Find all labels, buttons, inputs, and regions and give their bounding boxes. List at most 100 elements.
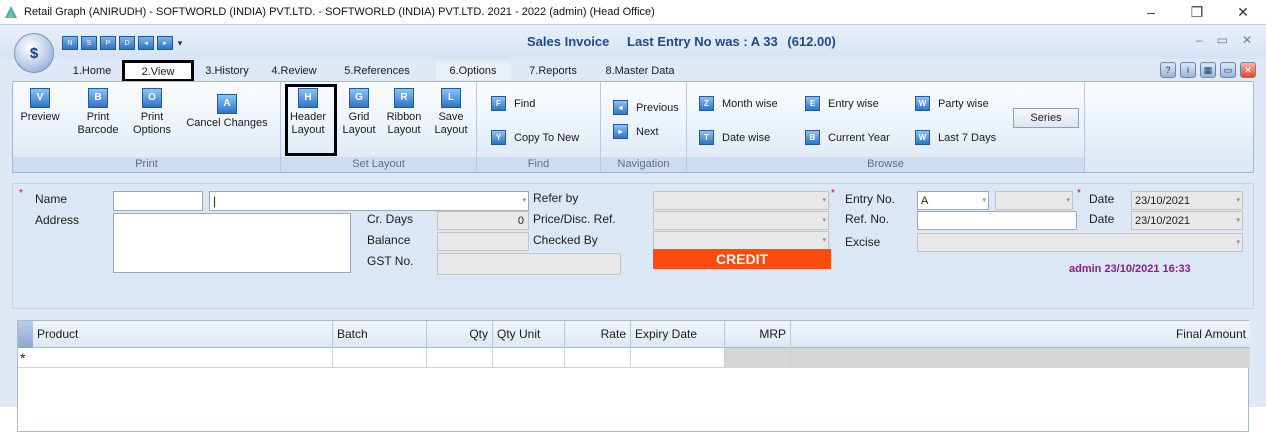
col-final-amount[interactable]: Final Amount <box>791 321 1250 348</box>
print-options-icon: O <box>142 88 162 108</box>
mdi-maximize-button[interactable]: ▭ <box>1217 33 1228 47</box>
col-rate[interactable]: Rate <box>565 321 631 348</box>
print-options-button[interactable]: O Print Options <box>127 88 177 137</box>
entry-no-dropdown-icon[interactable]: ▾ <box>1066 192 1070 210</box>
col-qty-unit[interactable]: Qty Unit <box>493 321 565 348</box>
calculator-icon[interactable]: ▦ <box>1200 62 1216 78</box>
previous-button[interactable]: ◂ Previous <box>613 100 679 115</box>
price-disc-ref-select[interactable]: ▾ <box>653 211 829 230</box>
entry-series-dropdown-icon[interactable]: ▾ <box>982 192 986 210</box>
col-expiry-date[interactable]: Expiry Date <box>631 321 725 348</box>
tab-master-data[interactable]: 8.Master Data <box>594 62 686 80</box>
previous-icon: ◂ <box>613 100 628 115</box>
checked-by-dropdown-icon[interactable]: ▾ <box>822 232 826 250</box>
address-textarea[interactable] <box>113 213 351 273</box>
cell-product[interactable] <box>33 348 333 368</box>
app-header: $ N S P D ◂ ▸ ▾ Sales Invoice Last Entry… <box>0 25 1266 73</box>
series-button[interactable]: Series <box>1013 108 1079 128</box>
col-qty[interactable]: Qty <box>427 321 493 348</box>
ref-date-picker[interactable]: 23/10/2021 ▾ <box>1131 211 1243 230</box>
qat-customize-icon[interactable]: ▾ <box>176 36 184 50</box>
ribbon-layout-button[interactable]: R Ribbon Layout <box>381 88 427 137</box>
copy-to-new-button[interactable]: Y Copy To New <box>491 130 579 145</box>
price-disc-dropdown-icon[interactable]: ▾ <box>822 212 826 230</box>
grid-layout-button[interactable]: G Grid Layout <box>339 88 379 137</box>
cancel-changes-button[interactable]: A Cancel Changes <box>183 94 271 130</box>
entry-wise-button[interactable]: E Entry wise <box>805 96 879 111</box>
application-window: $ N S P D ◂ ▸ ▾ Sales Invoice Last Entry… <box>0 24 1266 432</box>
cell-qty-unit[interactable] <box>493 348 565 368</box>
date-dropdown-icon[interactable]: ▾ <box>1236 192 1240 210</box>
ribbon-panel: V Preview B Print Barcode O Print Option… <box>12 81 1254 173</box>
mdi-minimize-button[interactable]: – <box>1196 33 1203 47</box>
refer-by-select[interactable]: ▾ <box>653 191 829 210</box>
print-barcode-button[interactable]: B Print Barcode <box>73 88 123 137</box>
month-wise-button[interactable]: Z Month wise <box>699 96 778 111</box>
excise-dropdown-icon[interactable]: ▾ <box>1236 234 1240 252</box>
user-timestamp: admin 23/10/2021 16:33 <box>1069 263 1191 275</box>
application-orb-button[interactable]: $ <box>14 33 54 73</box>
ref-date-dropdown-icon[interactable]: ▾ <box>1236 212 1240 230</box>
col-product[interactable]: Product <box>33 321 333 348</box>
window-title: Retail Graph (ANIRUDH) - SOFTWORLD (INDI… <box>24 6 655 18</box>
last-7-days-button[interactable]: W Last 7 Days <box>915 130 996 145</box>
save-layout-button[interactable]: L Save Layout <box>429 88 473 137</box>
name-dropdown-icon[interactable]: ▾ <box>522 192 526 210</box>
product-grid[interactable]: Product Batch Qty Qty Unit Rate Expiry D… <box>17 320 1250 432</box>
refer-by-dropdown-icon[interactable]: ▾ <box>822 192 826 210</box>
checked-by-select[interactable]: ▾ <box>653 231 829 250</box>
date-picker[interactable]: 23/10/2021 ▾ <box>1131 191 1243 210</box>
last-entry-text: Last Entry No was : A 33 <box>627 34 778 49</box>
app-icon <box>5 6 17 18</box>
grid-layout-icon: G <box>349 88 369 108</box>
current-year-button[interactable]: B Current Year <box>805 130 890 145</box>
mdi-close-button[interactable]: ✕ <box>1242 33 1252 47</box>
credit-badge[interactable]: CREDIT <box>653 249 831 269</box>
tab-view[interactable]: 2.View <box>122 60 194 82</box>
col-mrp[interactable]: MRP <box>725 321 791 348</box>
minimize-button[interactable]: – <box>1128 0 1174 24</box>
find-button[interactable]: F Find <box>491 96 535 111</box>
excise-select[interactable]: ▾ <box>917 233 1243 252</box>
name-code-input[interactable] <box>113 191 203 211</box>
tab-review[interactable]: 4.Review <box>262 62 326 80</box>
qat-delete-icon[interactable]: D <box>119 36 135 50</box>
ref-no-input[interactable] <box>917 211 1077 230</box>
window-icon[interactable]: ▭ <box>1220 62 1236 78</box>
help-icon[interactable]: ? <box>1160 62 1176 78</box>
exit-icon[interactable]: ✕ <box>1240 62 1256 78</box>
grid-corner[interactable] <box>18 321 33 348</box>
tab-references[interactable]: 5.References <box>334 62 420 80</box>
cell-qty[interactable] <box>427 348 493 368</box>
cell-expiry-date[interactable] <box>631 348 725 368</box>
name-input[interactable]: | ▾ <box>209 191 529 211</box>
entry-no-field[interactable]: ▾ <box>995 191 1073 210</box>
tab-history[interactable]: 3.History <box>196 62 258 80</box>
qat-next-icon[interactable]: ▸ <box>157 36 173 50</box>
preview-icon: V <box>30 88 50 108</box>
qat-prev-icon[interactable]: ◂ <box>138 36 154 50</box>
header-layout-highlight <box>285 84 337 156</box>
info-icon[interactable]: i <box>1180 62 1196 78</box>
tab-home[interactable]: 1.Home <box>62 62 122 80</box>
table-row[interactable]: * <box>18 348 1250 368</box>
cell-batch[interactable] <box>333 348 427 368</box>
tab-options[interactable]: 6.Options <box>436 62 510 80</box>
col-batch[interactable]: Batch <box>333 321 427 348</box>
qat-new-icon[interactable]: N <box>62 36 78 50</box>
close-button[interactable]: ✕ <box>1220 0 1266 24</box>
next-button[interactable]: ▸ Next <box>613 124 659 139</box>
os-title-bar: Retail Graph (ANIRUDH) - SOFTWORLD (INDI… <box>0 0 1266 24</box>
qat-save-icon[interactable]: S <box>81 36 97 50</box>
party-wise-button[interactable]: W Party wise <box>915 96 989 111</box>
qat-print-icon[interactable]: P <box>100 36 116 50</box>
tab-reports[interactable]: 7.Reports <box>518 62 588 80</box>
maximize-button[interactable]: ❐ <box>1174 0 1220 24</box>
cr-days-field[interactable]: 0 <box>437 211 529 230</box>
barcode-icon: B <box>88 88 108 108</box>
cell-rate[interactable] <box>565 348 631 368</box>
date-wise-button[interactable]: T Date wise <box>699 130 770 145</box>
preview-button[interactable]: V Preview <box>19 88 61 124</box>
group-navigation: ◂ Previous ▸ Next Navigation <box>601 82 687 172</box>
entry-no-series-select[interactable]: A ▾ <box>917 191 989 210</box>
